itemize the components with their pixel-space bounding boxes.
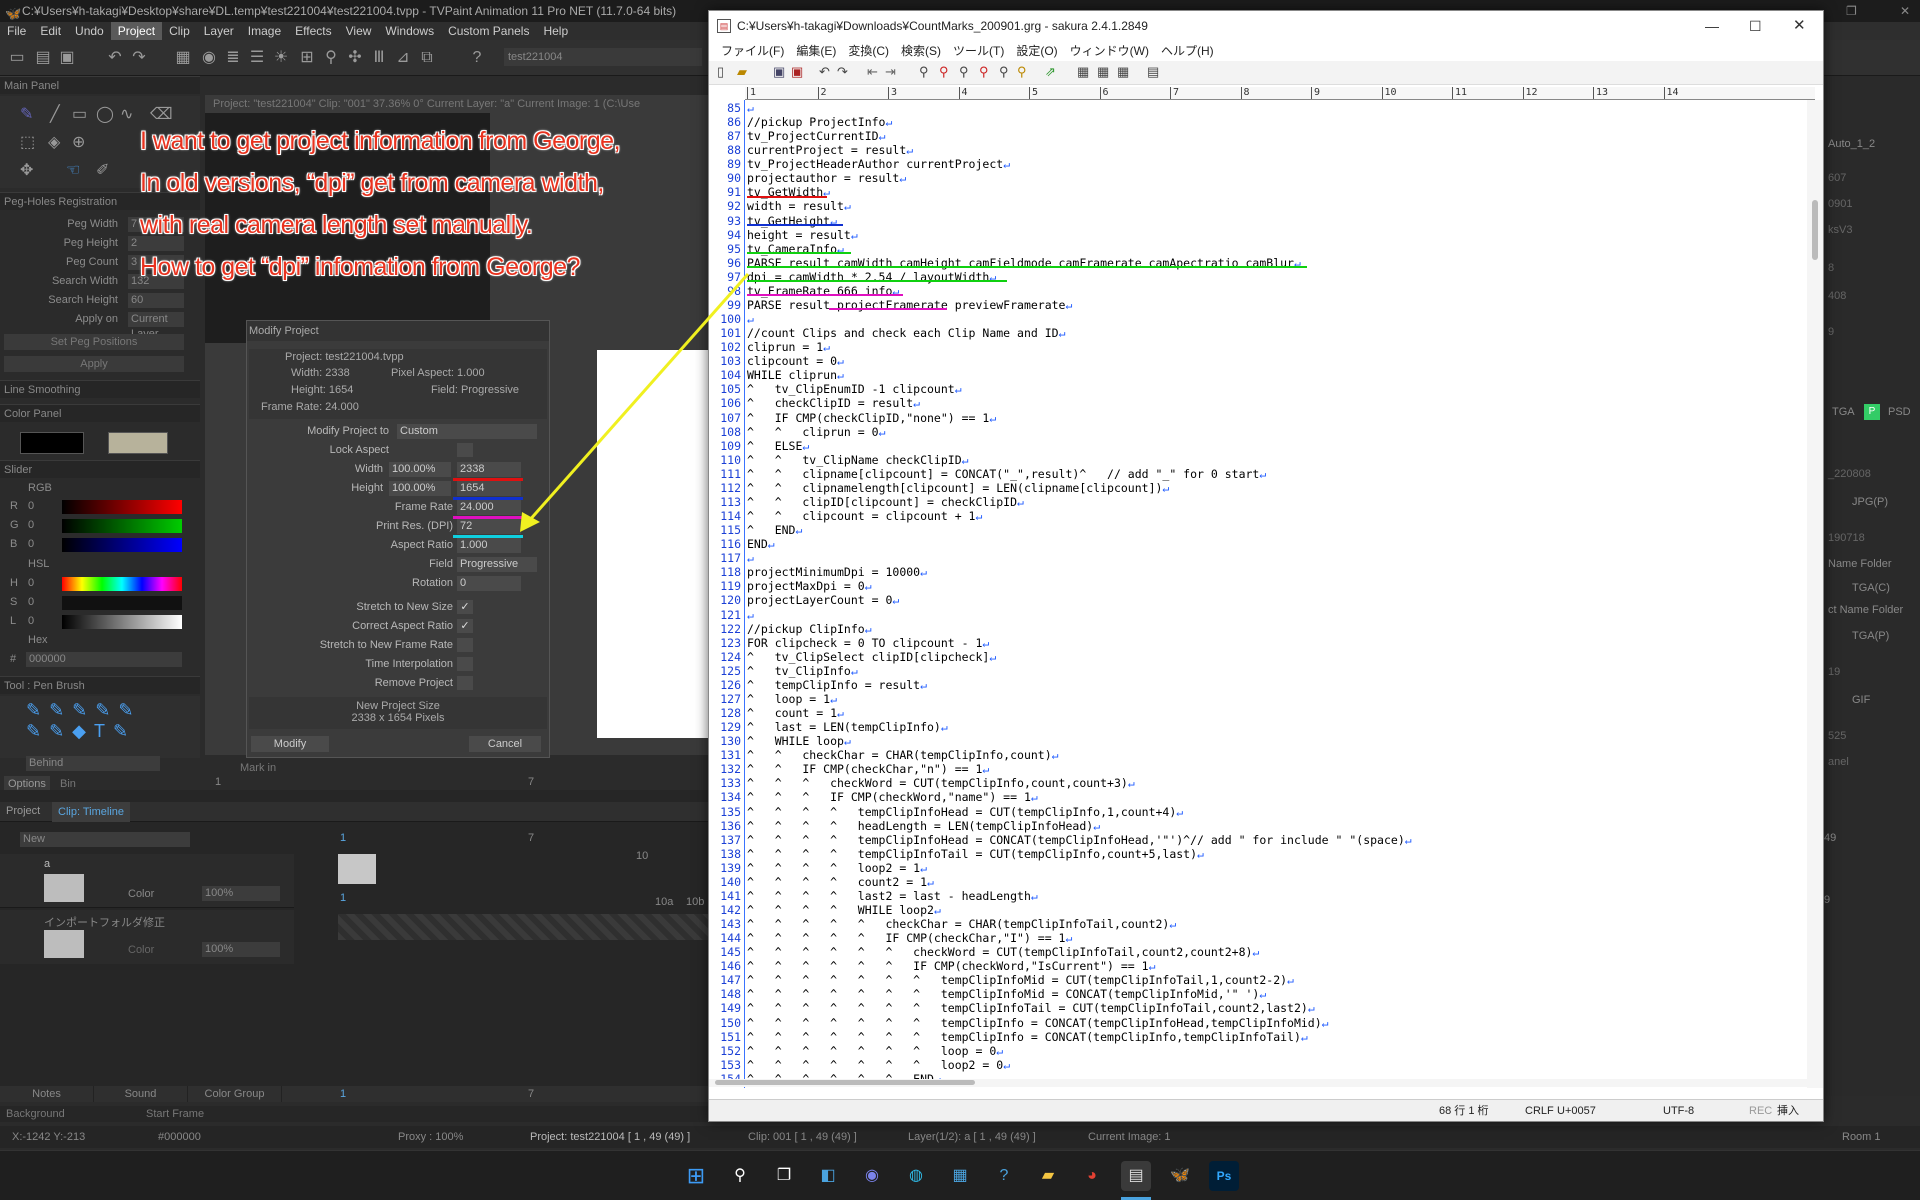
windows-taskbar: ⊞ ⚲ ❐ ◧ ◉ ◍ ▦ ? ▰ ◕ ▤ 🦋 Ps [0,1150,1920,1200]
annotation-line: I want to get project information from G… [140,127,621,155]
widgets-icon[interactable]: ◧ [813,1161,843,1191]
task-view-icon[interactable]: ❐ [769,1161,799,1191]
sakura-icon[interactable]: ▤ [1121,1161,1151,1191]
search-icon[interactable]: ⚲ [725,1161,755,1191]
annotation-line: In old versions, “dpi” get from camera w… [140,169,604,197]
annotation-line: with real camera length set manually. [140,211,533,239]
explorer-icon[interactable]: ▰ [1033,1161,1063,1191]
tvpaint-icon[interactable]: 🦋 [1165,1161,1195,1191]
teams-icon[interactable]: ◉ [857,1161,887,1191]
store-icon[interactable]: ▦ [945,1161,975,1191]
help-icon[interactable]: ? [989,1161,1019,1191]
windows-start-icon[interactable]: ⊞ [681,1161,711,1191]
annotation-text: I want to get project information from G… [140,120,621,288]
annotation-line: How to get “dpi” infomation from George? [140,253,580,281]
chrome-icon[interactable]: ◕ [1077,1161,1107,1191]
photoshop-icon[interactable]: Ps [1209,1161,1239,1191]
edge-icon[interactable]: ◍ [901,1161,931,1191]
